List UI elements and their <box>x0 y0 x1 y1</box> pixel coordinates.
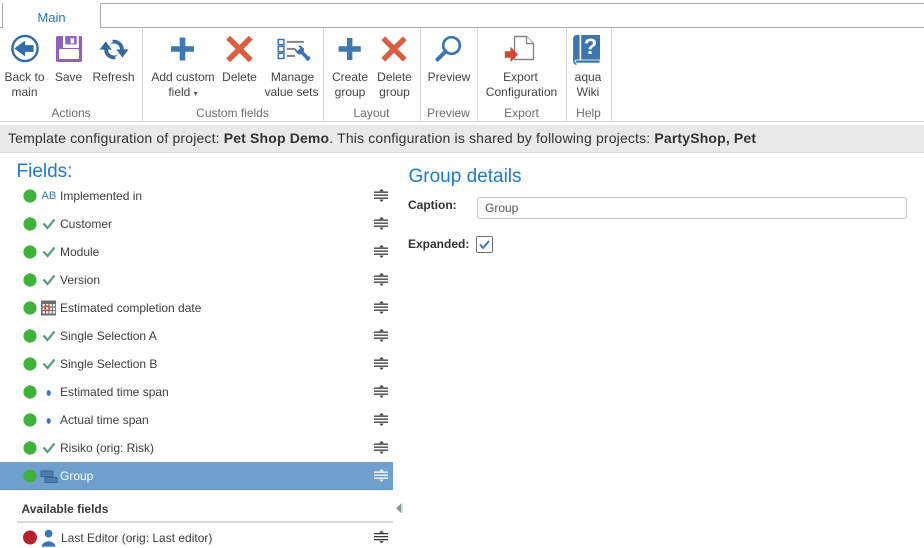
svg-text:?: ? <box>584 34 597 59</box>
svg-text:AB: AB <box>42 190 57 202</box>
